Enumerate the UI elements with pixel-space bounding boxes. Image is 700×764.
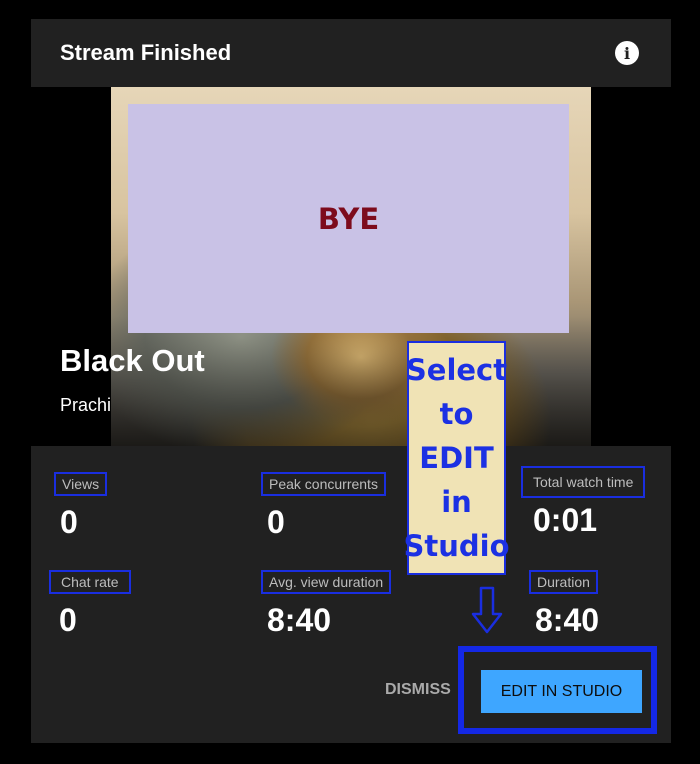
stat-value-chat-rate: 0 xyxy=(59,602,77,638)
stat-label-duration: Duration xyxy=(529,570,598,594)
stream-preview: BYE xyxy=(111,87,591,446)
stream-finished-dialog: Stream Finished i BYE Black Out Prachi V… xyxy=(31,19,671,743)
stat-value-total-watch-time: 0:01 xyxy=(533,502,598,538)
stat-avg-view-duration: Avg. view duration 8:40 xyxy=(261,570,392,639)
preview-shade xyxy=(111,316,591,446)
stat-total-watch-time: Total watch time 0:01 xyxy=(521,466,646,539)
callout-line-2: to xyxy=(439,397,474,431)
stat-label-total-watch-time: Total watch time xyxy=(521,466,646,498)
stat-value-peak-concurrents: 0 xyxy=(267,504,285,540)
stat-label-chat-rate: Chat rate xyxy=(49,570,131,594)
dialog-title: Stream Finished xyxy=(60,40,232,65)
stat-duration: Duration 8:40 xyxy=(529,570,599,639)
stat-label-peak-concurrents: Peak concurrents xyxy=(261,472,386,496)
stats-panel: Views 0 Peak concurrents 0 Total watch t… xyxy=(31,446,671,743)
stat-peak-concurrents: Peak concurrents 0 xyxy=(261,472,386,541)
callout-line-1: Select xyxy=(405,353,508,387)
callout-line-4: in xyxy=(441,485,472,519)
edit-in-studio-button[interactable]: EDIT IN STUDIO xyxy=(481,670,642,713)
callout-line-5: Studio xyxy=(403,529,510,563)
annotation-callout: Select to EDIT in Studio xyxy=(403,341,510,575)
stat-label-avg-view-duration: Avg. view duration xyxy=(261,570,392,594)
info-icon[interactable]: i xyxy=(615,41,639,65)
channel-name: Prachi xyxy=(60,395,112,415)
dismiss-button[interactable]: DISMISS xyxy=(385,681,451,699)
callout-line-3: EDIT xyxy=(419,441,494,475)
bye-text: BYE xyxy=(317,201,380,236)
stream-title: Black Out xyxy=(60,343,205,378)
stat-chat-rate: Chat rate 0 xyxy=(49,570,131,639)
arrow-down-icon xyxy=(471,586,503,634)
stat-label-views: Views xyxy=(54,472,108,496)
stat-value-avg-view-duration: 8:40 xyxy=(267,602,332,638)
stat-views: Views 0 xyxy=(54,472,108,541)
stat-value-views: 0 xyxy=(60,504,78,540)
bye-card: BYE xyxy=(128,104,569,333)
dialog-header: Stream Finished i xyxy=(31,19,671,87)
stat-value-duration: 8:40 xyxy=(535,602,600,638)
screen: Stream Finished i BYE Black Out Prachi V… xyxy=(0,0,700,764)
